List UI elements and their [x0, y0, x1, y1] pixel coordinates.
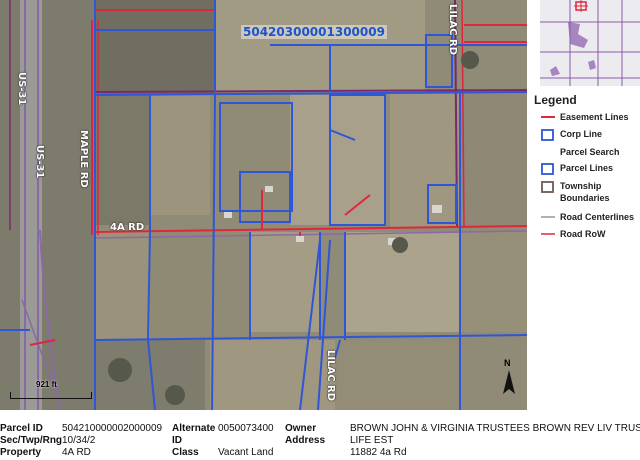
property-value: 4A RD [62, 447, 91, 458]
address-value: 11882 4a Rd [350, 447, 407, 458]
blue-square-icon [541, 163, 554, 175]
legend-label: Corp Line [560, 129, 602, 139]
legend-label: Parcel Lines [560, 163, 614, 173]
address-label: Address [285, 435, 326, 446]
alternate-value: 0050073400 [218, 423, 274, 434]
north-arrow-icon: N [500, 358, 518, 398]
map-imagery [0, 0, 527, 410]
legend-label: Easement Lines [560, 112, 629, 122]
parcel-info-table: Parcel ID 504210000002000009 Sec/Twp/Rng… [0, 410, 640, 460]
road-label-lilac-rd-top: LILAC RD [447, 4, 458, 56]
parcel-label[interactable]: 50420300001300009 [241, 25, 387, 39]
red-line-icon [541, 116, 555, 118]
parcel-map[interactable]: 50420300001300009 US-31 US-31 MAPLE RD 4… [0, 0, 527, 410]
class-value: Vacant Land [218, 447, 274, 458]
road-label-lilac-rd-bottom: LILAC RD [325, 350, 336, 402]
parcel-id-label: Parcel ID [0, 423, 43, 434]
class-label: Class [172, 447, 199, 458]
alternate-label: Alternate [172, 423, 216, 434]
owner-label: Owner [285, 423, 317, 434]
property-label: Property [0, 447, 42, 458]
legend-label: Parcel Search [560, 147, 620, 157]
road-label-4a-rd: 4A RD [110, 222, 145, 233]
brown-square-icon [541, 181, 554, 193]
parcel-id-value: 504210000002000009 [62, 423, 163, 434]
legend-label: Road RoW [560, 229, 606, 239]
legend-label: Township Boundaries [560, 181, 610, 203]
red-line-icon [541, 233, 555, 235]
id-label: ID [172, 435, 182, 446]
sec-twp-rng-value: 10/34/2 [62, 435, 96, 446]
owner-value-line1: BROWN JOHN & VIRGINIA TRUSTEES BROWN REV… [350, 423, 640, 434]
owner-value-line2: LIFE EST [350, 435, 394, 446]
road-label-maple-rd: MAPLE RD [78, 130, 89, 188]
gray-line-icon [541, 216, 555, 218]
blue-square-icon [541, 129, 554, 141]
legend-title: Legend [534, 93, 577, 107]
scale-label: 921 ft [36, 380, 57, 389]
legend-label: Road Centerlines [560, 212, 635, 222]
scale-bar: 921 ft [8, 380, 92, 406]
north-label: N [504, 358, 511, 368]
road-label-us31-a: US-31 [16, 72, 27, 106]
road-label-us31-b: US-31 [34, 145, 45, 179]
scale-bar-line [10, 392, 92, 399]
sec-twp-rng-label: Sec/Twp/Rng [0, 435, 63, 446]
overview-map[interactable] [540, 0, 640, 86]
